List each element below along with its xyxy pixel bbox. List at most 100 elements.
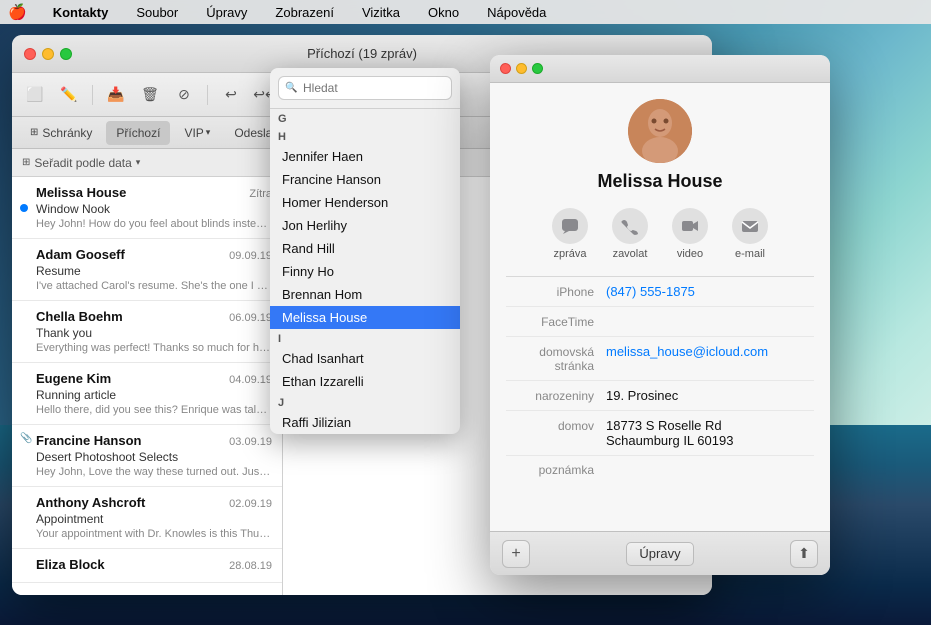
contact-action-video[interactable]: video	[672, 208, 708, 260]
contact-hero: Melissa House	[506, 99, 814, 192]
email-action-label: e-mail	[735, 248, 765, 260]
contact-item-jennifer-haen[interactable]: Jennifer Haen	[270, 145, 460, 168]
field-label-facetime: FaceTime	[506, 314, 606, 329]
field-label-note: poznámka	[506, 463, 606, 477]
contacts-dropdown: 🔍 G H Jennifer Haen Francine Hanson Home…	[270, 68, 460, 434]
menubar-okno[interactable]: Okno	[422, 3, 465, 22]
contact-card-traffic-lights	[500, 63, 543, 74]
sort-chevron-icon: ▾	[136, 157, 141, 168]
contact-item-melissa-house[interactable]: Melissa House	[270, 306, 460, 329]
contact-full-name: Melissa House	[597, 171, 722, 192]
contact-fullscreen-button[interactable]	[532, 63, 543, 74]
close-button[interactable]	[24, 48, 36, 60]
menubar-kontakty[interactable]: Kontakty	[47, 3, 115, 22]
section-header-h: H	[270, 127, 460, 145]
contacts-search-input[interactable]	[278, 76, 452, 100]
contact-item-francine-hanson[interactable]: Francine Hanson	[270, 168, 460, 191]
schranky-icon: ⊞	[30, 127, 38, 138]
date-5: 02.09.19	[229, 498, 272, 510]
section-header-g: G	[270, 109, 460, 127]
get-mail-button[interactable]: ⬜	[20, 81, 50, 109]
delete-button[interactable]: 🗑	[135, 81, 165, 109]
field-value-birthday: 19. Prosinec	[606, 388, 814, 403]
contact-minimize-button[interactable]	[516, 63, 527, 74]
fullscreen-button[interactable]	[60, 48, 72, 60]
contact-action-message[interactable]: zpráva	[552, 208, 588, 260]
mail-item-3[interactable]: Eugene Kim 04.09.19 Running article Hell…	[12, 363, 282, 425]
contact-action-call[interactable]: zavolat	[612, 208, 648, 260]
subject-3: Running article	[36, 388, 272, 402]
preview-5: Your appointment with Dr. Knowles is thi…	[36, 528, 272, 540]
email-action-icon	[732, 208, 768, 244]
tab-prichozi[interactable]: Příchozí	[106, 121, 170, 145]
compose-button[interactable]: ✏️	[54, 81, 84, 109]
contact-item-finny-ho[interactable]: Finny Ho	[270, 260, 460, 283]
contacts-search-area: 🔍	[270, 68, 460, 109]
field-value-iphone[interactable]: (847) 555-1875	[606, 284, 814, 299]
contact-item-brennan-hom[interactable]: Brennan Hom	[270, 283, 460, 306]
mail-item-4[interactable]: 📎 Francine Hanson 03.09.19 Desert Photos…	[12, 425, 282, 487]
contact-item-rand-hill[interactable]: Rand Hill	[270, 237, 460, 260]
menubar-soubor[interactable]: Soubor	[130, 3, 184, 22]
contact-add-button[interactable]: +	[502, 540, 530, 568]
menubar-napoveda[interactable]: Nápověda	[481, 3, 552, 22]
field-row-note: poznámka	[506, 456, 814, 484]
contact-close-button[interactable]	[500, 63, 511, 74]
preview-3: Hello there, did you see this? Enrique w…	[36, 404, 272, 416]
tab-vip-label: VIP	[184, 126, 203, 140]
contact-item-ethan-izzarelli[interactable]: Ethan Izzarelli	[270, 370, 460, 393]
archive-button[interactable]: 📥	[101, 81, 131, 109]
sort-icon: ⊞	[22, 157, 30, 168]
junk-button[interactable]: ⊘	[169, 81, 199, 109]
sort-label[interactable]: Seřadit podle data	[34, 156, 131, 170]
field-row-facetime: FaceTime	[506, 307, 814, 337]
contact-share-button[interactable]: ⬆	[790, 540, 818, 568]
contact-card-body: Melissa House zpráva zavolat	[490, 83, 830, 531]
traffic-lights	[24, 48, 72, 60]
field-value-homepage[interactable]: melissa_house@icloud.com	[606, 344, 814, 359]
contact-avatar	[628, 99, 692, 163]
toolbar-separator-2	[207, 85, 208, 105]
menubar-vizitka[interactable]: Vizitka	[356, 3, 406, 22]
minimize-button[interactable]	[42, 48, 54, 60]
preview-2: Everything was perfect! Thanks so much f…	[36, 342, 272, 354]
contact-card-window: Melissa House zpráva zavolat	[490, 55, 830, 575]
sender-4: Francine Hanson	[36, 433, 141, 448]
section-header-i: I	[270, 329, 460, 347]
contact-action-email[interactable]: e-mail	[732, 208, 768, 260]
contact-edit-button[interactable]: Úpravy	[626, 542, 693, 566]
menubar-zobrazeni[interactable]: Zobrazení	[269, 3, 340, 22]
apple-menu-icon[interactable]: 🍎	[8, 3, 27, 21]
call-action-icon	[612, 208, 648, 244]
tab-schranky[interactable]: ⊞ Schránky	[20, 121, 102, 145]
menubar-upravy[interactable]: Úpravy	[200, 3, 253, 22]
mail-item-1[interactable]: Adam Gooseff 09.09.19 Resume I've attach…	[12, 239, 282, 301]
contact-fields: iPhone (847) 555-1875 FaceTime domovská …	[506, 276, 814, 484]
contact-item-raffi-jilizian[interactable]: Raffi Jilizian	[270, 411, 460, 434]
toolbar-separator-1	[92, 85, 93, 105]
sender-2: Chella Boehm	[36, 309, 123, 324]
message-action-label: zpráva	[553, 248, 586, 260]
search-wrap: 🔍	[278, 76, 452, 100]
field-label-birthday: narozeniny	[506, 388, 606, 403]
mail-item-0[interactable]: Melissa House Zítra Window Nook Hey John…	[12, 177, 282, 239]
contact-actions: zpráva zavolat video	[506, 208, 814, 260]
preview-0: Hey John! How do you feel about blinds i…	[36, 218, 272, 230]
date-2: 06.09.19	[229, 312, 272, 324]
mail-item-2[interactable]: Chella Boehm 06.09.19 Thank you Everythi…	[12, 301, 282, 363]
reply-button[interactable]: ↩	[216, 81, 246, 109]
sender-6: Eliza Block	[36, 557, 105, 572]
subject-0: Window Nook	[36, 202, 272, 216]
contact-item-jon-herlihy[interactable]: Jon Herlihy	[270, 214, 460, 237]
sender-5: Anthony Ashcroft	[36, 495, 145, 510]
contact-card-footer: + Úpravy ⬆	[490, 531, 830, 575]
field-row-birthday: narozeniny 19. Prosinec	[506, 381, 814, 411]
message-action-icon	[552, 208, 588, 244]
mail-item-6[interactable]: Eliza Block 28.08.19	[12, 549, 282, 583]
sender-1: Adam Gooseff	[36, 247, 125, 262]
mail-item-5[interactable]: Anthony Ashcroft 02.09.19 Appointment Yo…	[12, 487, 282, 549]
contact-item-chad-isanhart[interactable]: Chad Isanhart	[270, 347, 460, 370]
contact-item-homer-henderson[interactable]: Homer Henderson	[270, 191, 460, 214]
tab-vip[interactable]: VIP ▾	[174, 121, 220, 145]
date-6: 28.08.19	[229, 560, 272, 572]
